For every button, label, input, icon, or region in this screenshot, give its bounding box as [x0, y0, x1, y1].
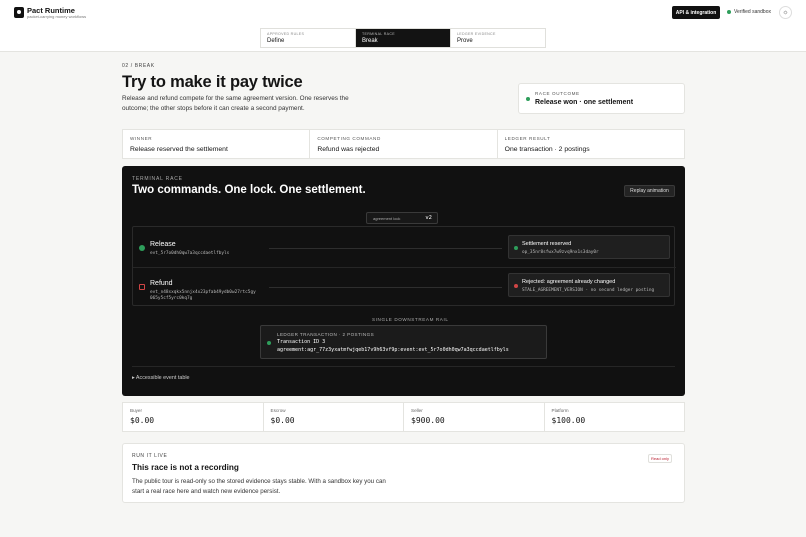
balance-escrow: Escrow $0.00	[264, 403, 404, 431]
result-meta: STALE_AGREEMENT_VERSION · no second ledg…	[522, 288, 655, 293]
fact-kicker: WINNER	[130, 136, 153, 141]
terminal-race-panel: TERMINAL RACE Two commands. One lock. On…	[122, 166, 685, 396]
ledger-dot-icon	[267, 341, 271, 345]
balance-label: Seller	[411, 408, 423, 413]
release-result: Settlement reserved op_35nr8sfwx7w9zvq9n…	[508, 235, 670, 259]
outcome-kicker: RACE OUTCOME	[535, 91, 580, 96]
result-title: Settlement reserved	[522, 241, 572, 247]
fact-kicker: LEDGER RESULT	[504, 136, 551, 141]
lane-event-id: evt_5r7o0dh0qw7a3qccdaetlfbyls	[150, 251, 230, 256]
outcome-dot-icon	[526, 97, 530, 101]
balance-value: $0.00	[130, 416, 155, 425]
error-dot-icon	[514, 284, 518, 288]
balance-platform: Platform $100.00	[545, 403, 685, 431]
step-kicker: LEDGER EVIDENCE	[457, 32, 496, 36]
race-stage: Release evt_5r7o0dh0qw7a3qccdaetlfbyls S…	[132, 226, 676, 306]
api-integration-button[interactable]: API & integration	[672, 6, 720, 19]
fact-value: One transaction · 2 postings	[504, 146, 590, 153]
race-outcome-card: RACE OUTCOME Release won · one settlemen…	[518, 83, 685, 114]
step-value: Define	[267, 38, 285, 44]
page-title: Try to make it pay twice	[122, 73, 303, 91]
read-only-badge: Read only	[648, 454, 672, 463]
rail-label: SINGLE DOWNSTREAM RAIL	[372, 317, 449, 322]
race-title: Two commands. One lock. One settlement.	[132, 184, 366, 196]
fact-kicker: COMPETING COMMAND	[317, 136, 381, 141]
fact-ledger-result: LEDGER RESULT One transaction · 2 posting…	[498, 130, 684, 158]
fact-value: Release reserved the settlement	[130, 146, 228, 153]
lane-event-id: evt_n48sxqkx5nnjx4x23pfab49ydb0w27rtc5gy…	[150, 290, 256, 301]
balance-label: Buyer	[130, 408, 143, 413]
ledger-transaction-id: Transaction ID 3	[277, 339, 326, 345]
accessible-event-table-toggle[interactable]: ▸ Accessible event table	[132, 375, 190, 381]
result-title: Rejected: agreement already changed	[522, 279, 616, 285]
page-lead: Release and refund compete for the same …	[122, 95, 349, 112]
outcome-value: Release won · one settlement	[535, 99, 634, 106]
balance-label: Platform	[551, 408, 569, 413]
race-kicker: TERMINAL RACE	[132, 176, 183, 182]
step-define[interactable]: APPROVED RULES Define	[261, 29, 356, 47]
balance-seller: Seller $900.00	[404, 403, 545, 431]
success-dot-icon	[514, 246, 518, 250]
step-kicker: APPROVED RULES	[267, 32, 305, 36]
verified-sandbox-label: Verified sandbox	[734, 9, 771, 15]
fact-winner: WINNER Release reserved the settlement	[123, 130, 311, 158]
lane-refund: Refund evt_n48sxqkx5nnjx4x23pfab49ydb0w2…	[133, 267, 676, 301]
replay-animation-button[interactable]: Replay animation	[624, 185, 675, 197]
brand-tagline: packet-carrying money workflows	[27, 14, 87, 19]
step-value: Break	[362, 38, 378, 44]
refund-status-icon	[139, 284, 145, 290]
ledger-reference: agreement:agr_77z3yxatmfwjqeb17v9h63vf9p…	[277, 347, 509, 353]
lane-title: Refund	[150, 280, 173, 287]
sun-icon: ☼	[782, 9, 789, 16]
live-kicker: RUN IT LIVE	[132, 453, 168, 459]
step-value: Prove	[457, 38, 473, 44]
balances: Buyer $0.00 Escrow $0.00 Seller $900.00 Pla…	[122, 402, 685, 432]
ledger-transaction-card: LEDGER TRANSACTION · 2 POSTINGS Transact…	[260, 325, 547, 359]
lane-track	[269, 287, 502, 288]
pact-logo-icon	[14, 7, 24, 18]
stage-stepper: APPROVED RULES Define TERMINAL RACE Break …	[260, 28, 546, 48]
lane-track	[269, 248, 502, 249]
lane-release: Release evt_5r7o0dh0qw7a3qccdaetlfbyls S…	[133, 229, 676, 263]
ledger-kicker: LEDGER TRANSACTION · 2 POSTINGS	[277, 332, 375, 337]
balance-value: $0.00	[270, 416, 295, 425]
live-body: The public tour is read-only so the stor…	[132, 478, 386, 495]
balance-value: $900.00	[411, 416, 445, 425]
section-eyebrow: 02 / BREAK	[122, 63, 155, 69]
refund-result: Rejected: agreement already changed STAL…	[508, 273, 670, 297]
balance-label: Escrow	[270, 408, 286, 413]
balance-value: $100.00	[551, 416, 586, 425]
lock-version: v2	[425, 215, 432, 221]
step-prove[interactable]: LEDGER EVIDENCE Prove	[451, 29, 545, 47]
lane-title: Release	[150, 241, 176, 248]
top-bar: Pact Runtime packet-carrying money workf…	[0, 0, 806, 52]
fact-competing-command: COMPETING COMMAND Refund was rejected	[310, 130, 498, 158]
release-status-icon	[139, 245, 145, 251]
status-dot-icon	[727, 10, 731, 14]
run-it-live-card: RUN IT LIVE Read only This race is not a…	[122, 443, 685, 503]
verified-sandbox-status: Verified sandbox	[727, 9, 771, 15]
lock-label: agreement lock	[373, 216, 401, 221]
race-facts: WINNER Release reserved the settlement CO…	[122, 129, 685, 159]
theme-toggle-button[interactable]: ☼	[779, 6, 792, 19]
step-kicker: TERMINAL RACE	[362, 32, 395, 36]
agreement-lock: agreement lock v2	[366, 212, 438, 224]
step-break[interactable]: TERMINAL RACE Break	[356, 29, 451, 47]
live-title: This race is not a recording	[132, 463, 239, 472]
balance-buyer: Buyer $0.00	[123, 403, 264, 431]
fact-value: Refund was rejected	[317, 146, 380, 153]
panel-divider	[132, 366, 675, 367]
result-meta: op_35nr8sfwx7w9zvq9nx1s3day0r	[522, 250, 599, 255]
